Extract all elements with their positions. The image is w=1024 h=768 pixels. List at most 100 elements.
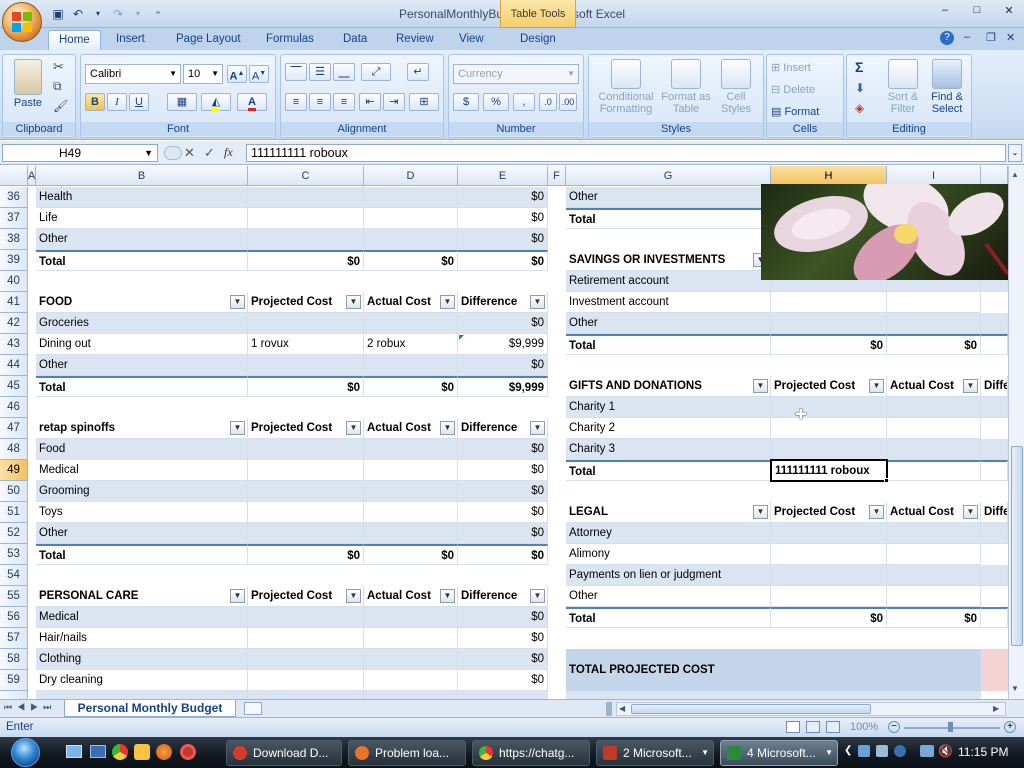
vertical-scroll-thumb[interactable] — [1011, 446, 1023, 646]
filter-dropdown-icon[interactable]: ▼ — [869, 505, 884, 519]
format-painter-icon[interactable]: 🖌 — [53, 99, 68, 113]
cell-h43[interactable]: $0 — [771, 334, 887, 355]
cell-c41[interactable]: Projected Cost ▼ — [248, 292, 364, 313]
align-top-button[interactable]: ⎺ — [285, 63, 307, 81]
filter-dropdown-icon[interactable]: ▼ — [230, 589, 245, 603]
row-header[interactable]: 47 — [0, 418, 28, 439]
show-desktop-icon[interactable] — [66, 745, 82, 758]
cell-i45[interactable]: Actual Cost ▼ — [887, 376, 981, 397]
row-header[interactable]: 58 — [0, 649, 28, 670]
tray-update-icon[interactable] — [894, 745, 906, 757]
cut-icon[interactable]: ✂ — [53, 59, 64, 75]
cell-e44[interactable]: $0 — [458, 355, 548, 376]
cell-g40[interactable]: Retirement account — [566, 271, 771, 292]
cell-c53[interactable]: $0 — [248, 544, 364, 565]
filter-dropdown-icon[interactable]: ▼ — [346, 295, 361, 309]
cell-d43[interactable]: 2 robux — [364, 334, 458, 355]
cell-b48[interactable]: Food — [36, 439, 248, 460]
confirm-entry-icon[interactable]: ✓ — [204, 145, 215, 161]
insert-function-button[interactable]: fx — [224, 145, 233, 160]
cell-d49[interactable] — [364, 460, 458, 481]
plumeria-flower-picture[interactable] — [761, 184, 1008, 280]
cell-c50[interactable] — [248, 481, 364, 502]
cell-c57[interactable] — [248, 628, 364, 649]
cell-d59[interactable] — [364, 670, 458, 691]
cell-g56[interactable]: Total — [566, 607, 771, 628]
cell-g48[interactable]: Charity 3 — [566, 439, 771, 460]
align-center-button[interactable]: ≡ — [309, 93, 331, 111]
decrease-indent-button[interactable]: ⇤ — [359, 93, 381, 111]
fill-color-button[interactable]: ◭ — [201, 93, 231, 111]
taskbar-item-problem[interactable]: Problem loa... — [348, 740, 466, 766]
cell-c47[interactable]: Projected Cost ▼ — [248, 418, 364, 439]
cell-b41[interactable]: FOOD ▼ — [36, 292, 248, 313]
tab-review[interactable]: Review — [386, 30, 444, 50]
filter-dropdown-icon[interactable]: ▼ — [440, 589, 455, 603]
row-header[interactable]: 48 — [0, 439, 28, 460]
filter-dropdown-icon[interactable]: ▼ — [440, 295, 455, 309]
zoom-out-icon[interactable]: − — [888, 721, 900, 733]
worksheet-grid[interactable]: A B C D E F G H I 36 37 38 39 40 41 42 43 44 45 46… — [0, 166, 1008, 699]
cell-h48[interactable] — [771, 439, 887, 460]
cell-h47[interactable] — [771, 418, 887, 439]
row-header[interactable]: 36 — [0, 187, 28, 208]
cell-e48[interactable]: $0 — [458, 439, 548, 460]
filter-dropdown-icon[interactable]: ▼ — [346, 589, 361, 603]
delete-cells-button[interactable]: ⊟ Delete — [771, 83, 815, 96]
tray-device-icon[interactable] — [876, 745, 888, 757]
cell-d37[interactable] — [364, 208, 458, 229]
volume-muted-icon[interactable]: 🔇 — [938, 744, 953, 758]
decrease-decimal-button[interactable]: .00 — [559, 93, 577, 111]
cell-h41[interactable] — [771, 292, 887, 313]
cell-e50[interactable]: $0 — [458, 481, 548, 502]
column-header-g[interactable]: G — [566, 166, 771, 186]
column-header-j[interactable] — [981, 166, 1008, 186]
cell-c44[interactable] — [248, 355, 364, 376]
filter-dropdown-icon[interactable]: ▼ — [753, 505, 768, 519]
cell-g37[interactable]: Total — [566, 208, 771, 229]
ribbon-restore-icon[interactable]: ❐ — [986, 31, 996, 44]
row-header[interactable]: 43 — [0, 334, 28, 355]
cell-c42[interactable] — [248, 313, 364, 334]
cell-e42[interactable]: $0 — [458, 313, 548, 334]
cell-i54[interactable] — [887, 565, 981, 586]
cell-h53[interactable] — [771, 544, 887, 565]
font-name-combo[interactable]: Calibri ▼ — [85, 64, 181, 84]
align-left-button[interactable]: ≡ — [285, 93, 307, 111]
cell-i42[interactable] — [887, 313, 981, 334]
cell-c39[interactable]: $0 — [248, 250, 364, 271]
fill-icon[interactable]: ⬇ — [855, 81, 865, 95]
firefox-quicklaunch-icon[interactable] — [156, 744, 172, 760]
cell-c52[interactable] — [248, 523, 364, 544]
cell-b44[interactable]: Other — [36, 355, 248, 376]
cell-b38[interactable]: Other — [36, 229, 248, 250]
filter-dropdown-icon[interactable]: ▼ — [869, 379, 884, 393]
cell-i51[interactable]: Actual Cost ▼ — [887, 502, 981, 523]
taskbar-item-download[interactable]: Download D... — [226, 740, 342, 766]
cell-j42[interactable] — [981, 313, 1008, 334]
cell-g53[interactable]: Alimony — [566, 544, 771, 565]
cell-b36[interactable]: Health — [36, 187, 248, 208]
autosum-icon[interactable]: Σ — [855, 59, 863, 75]
formula-input[interactable]: 111111111 roboux — [246, 144, 1006, 162]
cell-e55[interactable]: Difference ▼ — [458, 586, 548, 607]
cell-c49[interactable] — [248, 460, 364, 481]
tab-data[interactable]: Data — [333, 30, 377, 50]
ribbon-close-icon[interactable]: ✕ — [1006, 31, 1015, 44]
cell-e60[interactable] — [458, 691, 548, 699]
filter-dropdown-icon[interactable]: ▼ — [230, 295, 245, 309]
tab-split-handle[interactable] — [606, 702, 612, 716]
cell-d56[interactable] — [364, 607, 458, 628]
cell-i47[interactable] — [887, 418, 981, 439]
underline-button[interactable]: U — [129, 93, 149, 111]
row-header[interactable]: 51 — [0, 502, 28, 523]
minimize-button[interactable]: – — [934, 4, 956, 20]
cell-j49[interactable] — [981, 460, 1008, 481]
cell-j54[interactable] — [981, 565, 1008, 586]
cell-b39[interactable]: Total — [36, 250, 248, 271]
total-projected-cost-block[interactable]: TOTAL PROJECTED COST — [566, 649, 981, 691]
taskbar-item-chatgpt[interactable]: https://chatg... — [472, 740, 590, 766]
filter-dropdown-icon[interactable]: ▼ — [346, 421, 361, 435]
cell-e53[interactable]: $0 — [458, 544, 548, 565]
bold-button[interactable]: B — [85, 93, 105, 111]
